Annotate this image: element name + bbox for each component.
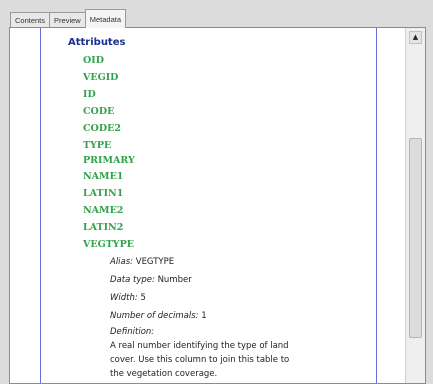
attribute-link-code2[interactable]: CODE2 bbox=[83, 123, 121, 134]
detail-alias-value: VEGTYPE bbox=[135, 257, 175, 267]
detail-alias: Alias: VEGTYPE bbox=[110, 257, 174, 267]
detail-data-type-label: Data type: bbox=[110, 275, 155, 285]
detail-definition-label: Definition: bbox=[110, 327, 155, 337]
scrollbar-thumb[interactable] bbox=[409, 138, 422, 338]
detail-width-label: Width: bbox=[110, 293, 138, 303]
definition-line-2: cover. Use this column to join this tabl… bbox=[110, 355, 290, 365]
attribute-link-latin1[interactable]: LATIN1 bbox=[83, 188, 123, 199]
triangle-up-icon[interactable]: ▲ bbox=[409, 31, 422, 44]
attribute-link-latin2[interactable]: LATIN2 bbox=[83, 222, 123, 233]
definition-line-3: the vegetation coverage. bbox=[110, 369, 218, 379]
attribute-link-name1[interactable]: NAME1 bbox=[83, 171, 123, 182]
detail-decimals-value: 1 bbox=[201, 311, 207, 321]
attribute-link-id[interactable]: ID bbox=[83, 89, 96, 100]
detail-width-value: 5 bbox=[140, 293, 146, 303]
attribute-link-oid[interactable]: OID bbox=[83, 55, 104, 66]
guide-line-right bbox=[376, 28, 377, 383]
definition-line-1: A real number identifying the type of la… bbox=[110, 341, 289, 351]
detail-width: Width: 5 bbox=[110, 293, 146, 303]
attribute-link-name2[interactable]: NAME2 bbox=[83, 205, 123, 216]
attributes-heading: Attributes bbox=[68, 37, 126, 48]
metadata-window: Contents Preview Metadata Attributes OID… bbox=[0, 0, 433, 384]
tab-bar: Contents Preview Metadata bbox=[10, 9, 126, 28]
detail-definition: Definition: bbox=[110, 327, 154, 337]
detail-decimals: Number of decimals: 1 bbox=[110, 311, 207, 321]
detail-data-type-value: Number bbox=[157, 275, 192, 285]
tab-metadata[interactable]: Metadata bbox=[84, 9, 126, 28]
metadata-panel: Attributes OID VEGID ID CODE CODE2 TYPE … bbox=[9, 27, 426, 384]
attribute-link-type[interactable]: TYPE bbox=[83, 140, 111, 151]
detail-data-type: Data type: Number bbox=[110, 275, 192, 285]
tab-preview[interactable]: Preview bbox=[49, 12, 86, 28]
tab-contents[interactable]: Contents bbox=[10, 12, 51, 28]
attribute-link-primary[interactable]: PRIMARY bbox=[83, 155, 135, 166]
detail-alias-label: Alias: bbox=[110, 257, 134, 267]
detail-decimals-label: Number of decimals: bbox=[110, 311, 199, 321]
guide-line-left bbox=[40, 28, 41, 383]
vertical-scrollbar[interactable]: ▲ bbox=[405, 28, 425, 383]
attribute-link-vegtype[interactable]: VEGTYPE bbox=[83, 239, 134, 250]
attribute-link-code[interactable]: CODE bbox=[83, 106, 114, 117]
metadata-content: Attributes OID VEGID ID CODE CODE2 TYPE … bbox=[10, 28, 405, 383]
attribute-link-vegid[interactable]: VEGID bbox=[83, 72, 118, 83]
